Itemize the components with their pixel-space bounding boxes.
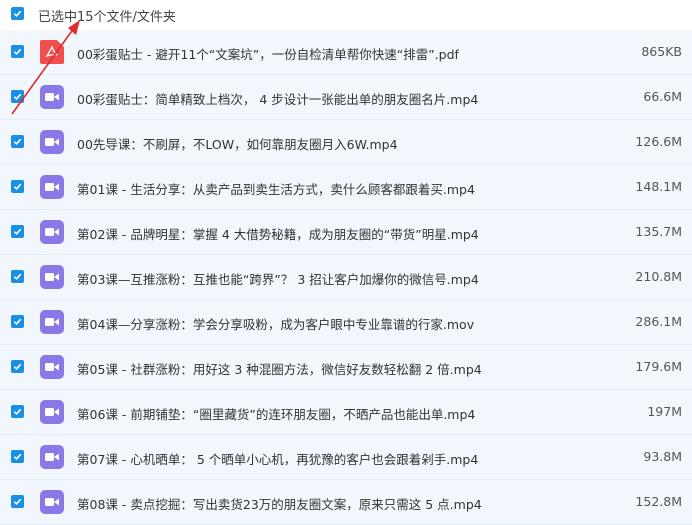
file-size: 66.6M bbox=[643, 89, 682, 104]
checkmark-icon bbox=[13, 408, 22, 416]
checkmark-icon bbox=[13, 363, 22, 371]
file-row[interactable]: 第08课 - 卖点挖掘：写出卖货23万的朋友圈文案，原来只需这 5 点.mp4 1… bbox=[0, 480, 692, 525]
file-row[interactable]: 第05课 - 社群涨粉：用好这 3 种混圈方法，微信好友数轻松翻 2 倍.mp4… bbox=[0, 345, 692, 390]
file-checkbox[interactable] bbox=[11, 135, 24, 148]
file-checkbox[interactable] bbox=[11, 405, 24, 418]
file-list: 00彩蛋贴士 - 避开11个“文案坑”，一份自检清单帮你快速“排雷”.pdf 86… bbox=[0, 30, 692, 525]
checkmark-icon bbox=[13, 318, 22, 326]
video-file-icon bbox=[40, 175, 64, 199]
video-file-icon bbox=[40, 490, 64, 514]
video-file-icon bbox=[40, 310, 64, 334]
file-name[interactable]: 第03课—互推涨粉：互推也能“跨界”？ 3 招让客户加爆你的微信号.mp4 bbox=[77, 269, 479, 288]
video-file-icon bbox=[40, 445, 64, 469]
file-checkbox[interactable] bbox=[11, 90, 24, 103]
video-file-icon bbox=[40, 130, 64, 154]
file-row[interactable]: 第01课 - 生活分享：从卖产品到卖生活方式，卖什么顾客都跟着买.mp4 148.… bbox=[0, 165, 692, 210]
file-size: 126.6M bbox=[635, 134, 682, 149]
file-name[interactable]: 第01课 - 生活分享：从卖产品到卖生活方式，卖什么顾客都跟着买.mp4 bbox=[77, 179, 475, 198]
checkmark-icon bbox=[13, 10, 22, 18]
file-checkbox[interactable] bbox=[11, 45, 24, 58]
selected-count-label: 已选中15个文件/文件夹 bbox=[38, 10, 176, 25]
file-name[interactable]: 00彩蛋贴士：简单精致上档次， 4 步设计一张能出单的朋友圈名片.mp4 bbox=[77, 89, 478, 108]
file-size: 179.6M bbox=[635, 359, 682, 374]
file-row[interactable]: 第02课 - 品牌明星：掌握 4 大借势秘籍，成为朋友圈的“带货”明星.mp4 1… bbox=[0, 210, 692, 255]
file-row[interactable]: 00彩蛋贴士 - 避开11个“文案坑”，一份自检清单帮你快速“排雷”.pdf 86… bbox=[0, 30, 692, 75]
file-name[interactable]: 00先导课：不刷屏，不LOW，如何靠朋友圈月入6W.mp4 bbox=[77, 134, 398, 153]
file-size: 865KB bbox=[641, 44, 682, 59]
file-size: 197M bbox=[647, 404, 682, 419]
file-checkbox[interactable] bbox=[11, 225, 24, 238]
file-row[interactable]: 第06课 - 前期铺垫：“圈里藏货”的连环朋友圈，不晒产品也能出单.mp4 197… bbox=[0, 390, 692, 435]
video-file-icon bbox=[40, 265, 64, 289]
pdf-file-icon bbox=[40, 40, 64, 64]
file-size: 93.8M bbox=[643, 449, 682, 464]
file-row[interactable]: 第03课—互推涨粉：互推也能“跨界”？ 3 招让客户加爆你的微信号.mp4 210… bbox=[0, 255, 692, 300]
checkmark-icon bbox=[13, 138, 22, 146]
file-row[interactable]: 第04课—分享涨粉：学会分享吸粉，成为客户眼中专业靠谱的行家.mov 286.1M bbox=[0, 300, 692, 345]
checkmark-icon bbox=[13, 48, 22, 56]
file-checkbox[interactable] bbox=[11, 495, 24, 508]
video-file-icon bbox=[40, 85, 64, 109]
checkmark-icon bbox=[13, 453, 22, 461]
video-file-icon bbox=[40, 400, 64, 424]
checkmark-icon bbox=[13, 273, 22, 281]
file-checkbox[interactable] bbox=[11, 270, 24, 283]
file-size: 286.1M bbox=[635, 314, 682, 329]
file-row[interactable]: 00彩蛋贴士：简单精致上档次， 4 步设计一张能出单的朋友圈名片.mp4 66.6… bbox=[0, 75, 692, 120]
file-checkbox[interactable] bbox=[11, 450, 24, 463]
select-all-checkbox[interactable] bbox=[11, 7, 24, 20]
file-checkbox[interactable] bbox=[11, 180, 24, 193]
checkmark-icon bbox=[13, 183, 22, 191]
file-size: 148.1M bbox=[635, 179, 682, 194]
file-size: 135.7M bbox=[635, 224, 682, 239]
file-checkbox[interactable] bbox=[11, 315, 24, 328]
file-row[interactable]: 00先导课：不刷屏，不LOW，如何靠朋友圈月入6W.mp4 126.6M bbox=[0, 120, 692, 165]
file-name[interactable]: 第06课 - 前期铺垫：“圈里藏货”的连环朋友圈，不晒产品也能出单.mp4 bbox=[77, 404, 475, 423]
checkmark-icon bbox=[13, 228, 22, 236]
file-checkbox[interactable] bbox=[11, 360, 24, 373]
file-name[interactable]: 第04课—分享涨粉：学会分享吸粉，成为客户眼中专业靠谱的行家.mov bbox=[77, 314, 474, 333]
file-name[interactable]: 第07课 - 心机晒单： 5 个晒单小心机，再犹豫的客户也会跟着剁手.mp4 bbox=[77, 449, 478, 468]
file-size: 210.8M bbox=[635, 269, 682, 284]
selection-header: 已选中15个文件/文件夹 bbox=[0, 0, 692, 31]
file-size: 152.8M bbox=[635, 494, 682, 509]
video-file-icon bbox=[40, 220, 64, 244]
file-name[interactable]: 第05课 - 社群涨粉：用好这 3 种混圈方法，微信好友数轻松翻 2 倍.mp4 bbox=[77, 359, 482, 378]
file-name[interactable]: 第02课 - 品牌明星：掌握 4 大借势秘籍，成为朋友圈的“带货”明星.mp4 bbox=[77, 224, 479, 243]
checkmark-icon bbox=[13, 93, 22, 101]
file-name[interactable]: 第08课 - 卖点挖掘：写出卖货23万的朋友圈文案，原来只需这 5 点.mp4 bbox=[77, 494, 482, 513]
file-name[interactable]: 00彩蛋贴士 - 避开11个“文案坑”，一份自检清单帮你快速“排雷”.pdf bbox=[77, 44, 459, 63]
file-row[interactable]: 第07课 - 心机晒单： 5 个晒单小心机，再犹豫的客户也会跟着剁手.mp4 93… bbox=[0, 435, 692, 480]
checkmark-icon bbox=[13, 498, 22, 506]
video-file-icon bbox=[40, 355, 64, 379]
